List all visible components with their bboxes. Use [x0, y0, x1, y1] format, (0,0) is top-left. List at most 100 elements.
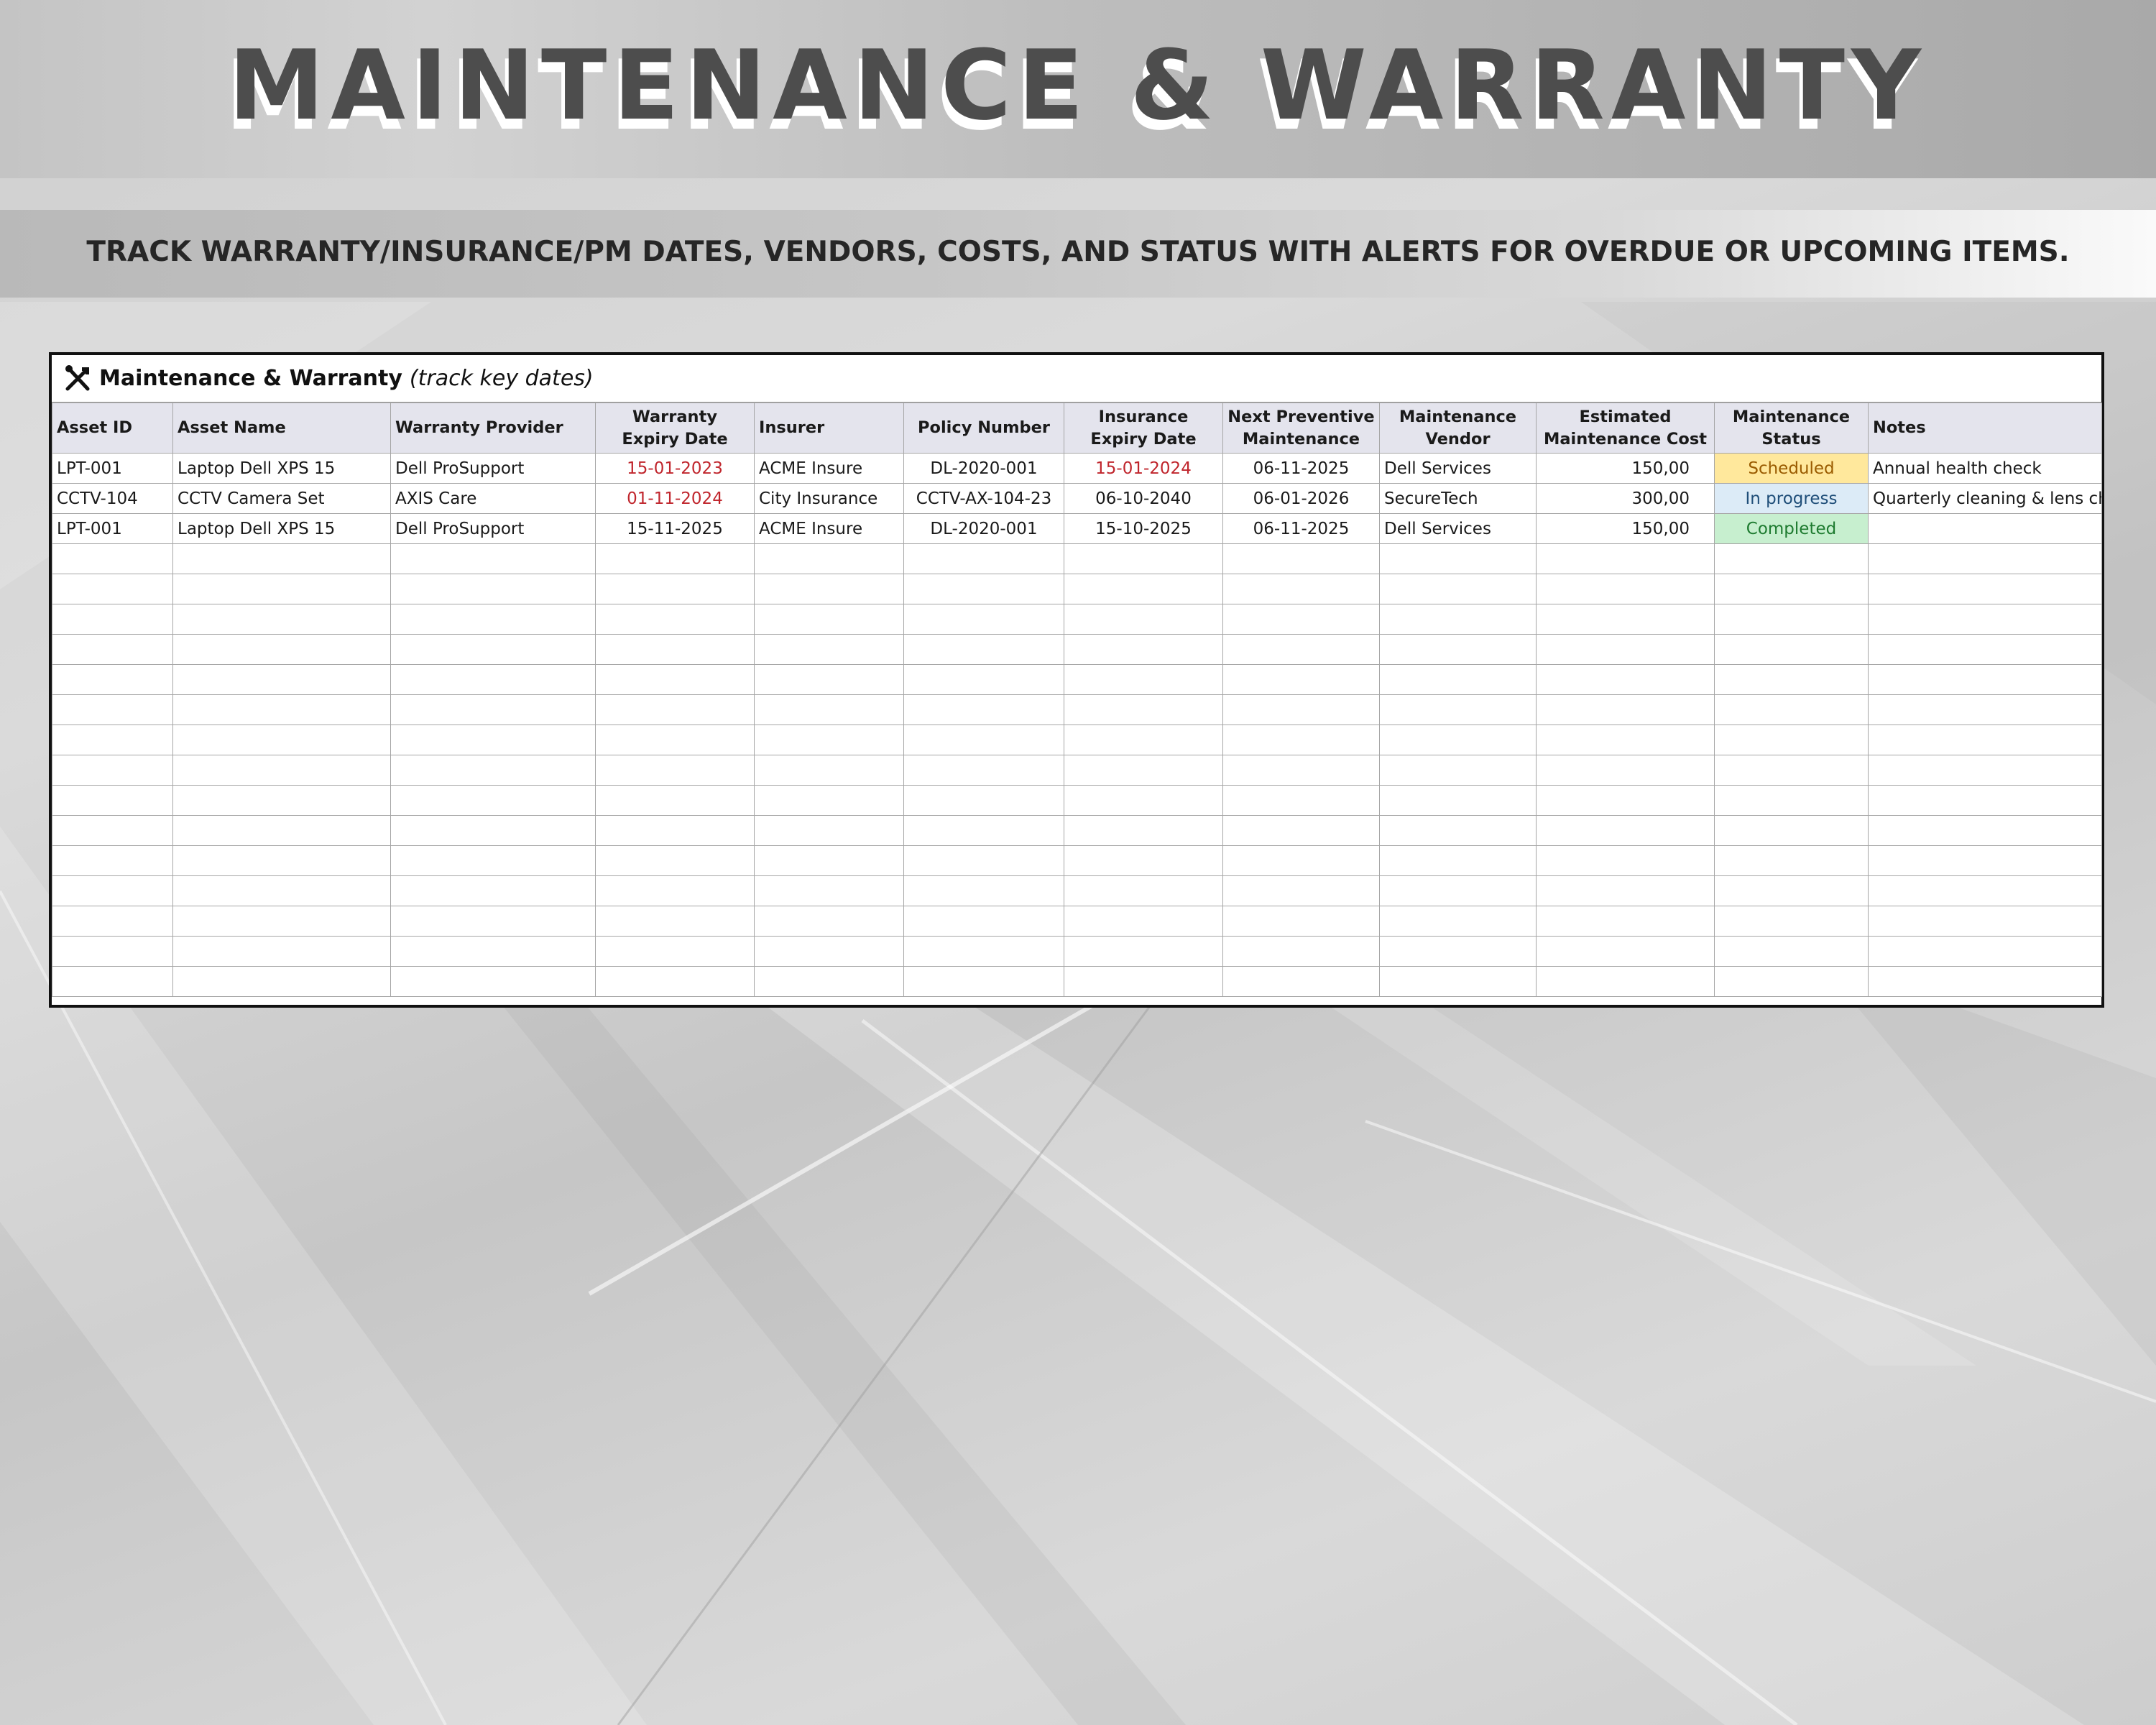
empty-cell[interactable]: [1379, 785, 1537, 816]
empty-cell[interactable]: [390, 694, 596, 725]
cell-status[interactable]: Scheduled: [1714, 453, 1869, 484]
cell-cost[interactable]: 150,00: [1536, 513, 1715, 544]
empty-cell[interactable]: [1222, 574, 1380, 604]
empty-cell[interactable]: [1536, 574, 1715, 604]
empty-cell[interactable]: [1064, 664, 1223, 695]
empty-cell[interactable]: [1714, 604, 1869, 635]
empty-cell[interactable]: [52, 634, 173, 665]
empty-cell[interactable]: [1868, 664, 2102, 695]
cell-warranty-expiry[interactable]: 15-01-2023: [595, 453, 755, 484]
empty-cell[interactable]: [1379, 604, 1537, 635]
empty-cell[interactable]: [390, 845, 596, 876]
empty-cell[interactable]: [1868, 845, 2102, 876]
empty-cell[interactable]: [1536, 724, 1715, 755]
cell-policy-number[interactable]: DL-2020-001: [903, 513, 1064, 544]
empty-cell[interactable]: [1064, 906, 1223, 937]
empty-cell[interactable]: [903, 755, 1064, 786]
empty-cell[interactable]: [1379, 845, 1537, 876]
empty-cell[interactable]: [52, 755, 173, 786]
empty-cell[interactable]: [1868, 875, 2102, 906]
empty-cell[interactable]: [1222, 785, 1380, 816]
empty-cell[interactable]: [1536, 543, 1715, 574]
cell-asset-name[interactable]: CCTV Camera Set: [172, 483, 391, 514]
cell-vendor[interactable]: SecureTech: [1379, 483, 1537, 514]
empty-cell[interactable]: [595, 604, 755, 635]
cell-warranty-expiry[interactable]: 01-11-2024: [595, 483, 755, 514]
empty-cell[interactable]: [390, 724, 596, 755]
col-header-notes[interactable]: Notes: [1868, 402, 2102, 454]
empty-cell[interactable]: [1714, 875, 1869, 906]
empty-cell[interactable]: [1064, 785, 1223, 816]
col-header-warranty-expiry[interactable]: Warranty Expiry Date: [595, 402, 755, 454]
empty-cell[interactable]: [1868, 755, 2102, 786]
cell-status[interactable]: Completed: [1714, 513, 1869, 544]
empty-cell[interactable]: [903, 604, 1064, 635]
empty-cell[interactable]: [172, 966, 391, 997]
empty-cell[interactable]: [1379, 724, 1537, 755]
empty-cell[interactable]: [754, 694, 904, 725]
empty-cell[interactable]: [903, 694, 1064, 725]
cell-next-pm[interactable]: 06-01-2026: [1222, 483, 1380, 514]
empty-cell[interactable]: [1222, 875, 1380, 906]
empty-cell[interactable]: [390, 815, 596, 846]
empty-cell[interactable]: [52, 815, 173, 846]
col-header-asset-name[interactable]: Asset Name: [172, 402, 391, 454]
empty-cell[interactable]: [754, 604, 904, 635]
empty-cell[interactable]: [595, 664, 755, 695]
empty-cell[interactable]: [754, 724, 904, 755]
empty-cell[interactable]: [1222, 966, 1380, 997]
empty-cell[interactable]: [1379, 875, 1537, 906]
empty-cell[interactable]: [595, 755, 755, 786]
empty-cell[interactable]: [1714, 845, 1869, 876]
empty-cell[interactable]: [1064, 815, 1223, 846]
empty-cell[interactable]: [1064, 875, 1223, 906]
empty-cell[interactable]: [1868, 604, 2102, 635]
empty-cell[interactable]: [1714, 574, 1869, 604]
empty-cell[interactable]: [1222, 543, 1380, 574]
empty-cell[interactable]: [1064, 694, 1223, 725]
empty-cell[interactable]: [1714, 785, 1869, 816]
empty-cell[interactable]: [1714, 543, 1869, 574]
empty-cell[interactable]: [595, 785, 755, 816]
empty-cell[interactable]: [52, 966, 173, 997]
col-header-insurer[interactable]: Insurer: [754, 402, 904, 454]
empty-cell[interactable]: [1379, 634, 1537, 665]
empty-cell[interactable]: [1536, 755, 1715, 786]
empty-cell[interactable]: [1536, 906, 1715, 937]
empty-cell[interactable]: [390, 634, 596, 665]
empty-cell[interactable]: [1379, 694, 1537, 725]
empty-cell[interactable]: [1379, 815, 1537, 846]
cell-insurer[interactable]: ACME Insure: [754, 453, 904, 484]
empty-cell[interactable]: [1222, 694, 1380, 725]
empty-cell[interactable]: [172, 634, 391, 665]
empty-cell[interactable]: [172, 604, 391, 635]
empty-cell[interactable]: [903, 574, 1064, 604]
empty-cell[interactable]: [1868, 785, 2102, 816]
empty-cell[interactable]: [1714, 815, 1869, 846]
empty-cell[interactable]: [595, 906, 755, 937]
empty-cell[interactable]: [1536, 815, 1715, 846]
empty-cell[interactable]: [903, 966, 1064, 997]
cell-warranty-provider[interactable]: Dell ProSupport: [390, 453, 596, 484]
empty-cell[interactable]: [1714, 694, 1869, 725]
empty-cell[interactable]: [1536, 694, 1715, 725]
empty-cell[interactable]: [172, 574, 391, 604]
empty-cell[interactable]: [1222, 755, 1380, 786]
empty-cell[interactable]: [754, 634, 904, 665]
cell-insurance-expiry[interactable]: 15-10-2025: [1064, 513, 1223, 544]
empty-cell[interactable]: [1536, 966, 1715, 997]
empty-cell[interactable]: [595, 694, 755, 725]
empty-cell[interactable]: [390, 875, 596, 906]
empty-cell[interactable]: [52, 906, 173, 937]
cell-policy-number[interactable]: CCTV-AX-104-23: [903, 483, 1064, 514]
empty-cell[interactable]: [595, 574, 755, 604]
empty-cell[interactable]: [1222, 936, 1380, 967]
cell-notes[interactable]: [1868, 513, 2102, 544]
empty-cell[interactable]: [172, 755, 391, 786]
empty-cell[interactable]: [172, 815, 391, 846]
cell-asset-id[interactable]: LPT-001: [52, 513, 173, 544]
empty-cell[interactable]: [390, 966, 596, 997]
cell-policy-number[interactable]: DL-2020-001: [903, 453, 1064, 484]
cell-asset-name[interactable]: Laptop Dell XPS 15: [172, 453, 391, 484]
empty-cell[interactable]: [1868, 936, 2102, 967]
